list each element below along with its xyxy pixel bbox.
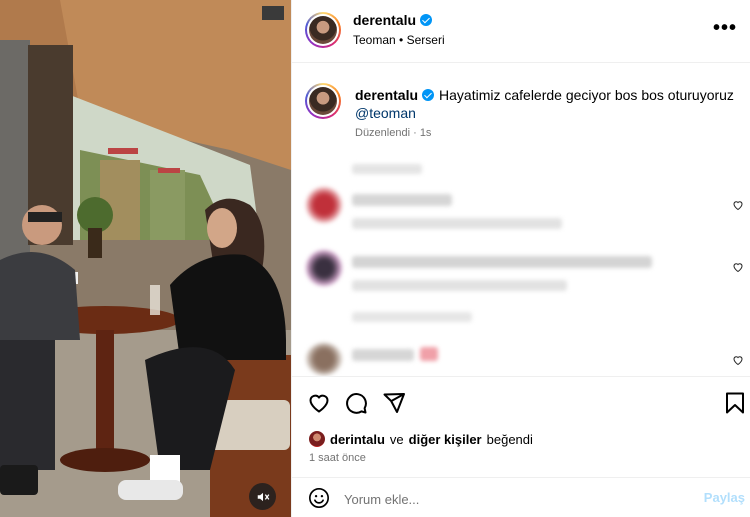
caption-avatar[interactable] xyxy=(305,83,341,119)
post-sidebar: derentalu Teoman • Serseri ••• derentalu… xyxy=(291,0,750,517)
heart-icon[interactable] xyxy=(307,391,331,415)
avatar[interactable] xyxy=(305,12,341,48)
edited-timestamp: Düzenlendi · 1s xyxy=(355,127,432,139)
post-photo[interactable] xyxy=(0,0,291,517)
caption-username[interactable]: derentalu xyxy=(355,87,418,103)
comment-icon[interactable] xyxy=(344,391,368,415)
blurred-text xyxy=(352,256,652,268)
comment-like-icon[interactable] xyxy=(732,354,744,366)
blurred-text xyxy=(352,218,562,229)
comment-avatar[interactable] xyxy=(306,343,342,375)
liker-username[interactable]: derintalu xyxy=(330,432,385,447)
comment-like-icon[interactable] xyxy=(732,199,744,211)
verified-icon xyxy=(420,14,433,26)
comment-input[interactable] xyxy=(344,489,674,509)
more-icon[interactable]: ••• xyxy=(713,18,737,38)
likes-suffix: beğendi xyxy=(486,431,533,447)
blurred-emoji xyxy=(420,347,438,361)
comment-avatar[interactable] xyxy=(306,187,342,223)
audio-separator: • xyxy=(399,33,404,47)
likes-summary: derintalu ve diğer kişiler beğendi xyxy=(309,431,533,447)
post-actions: derintalu ve diğer kişiler beğendi 1 saa… xyxy=(292,376,750,516)
audio-song[interactable]: Serseri xyxy=(407,33,445,47)
liker-avatar[interactable] xyxy=(309,431,325,447)
audio-artist[interactable]: Teoman xyxy=(353,33,396,47)
likes-connector: ve xyxy=(389,431,404,447)
caption-text: derentalu Hayatimiz cafelerde geciyor bos… xyxy=(355,86,735,122)
post-comment-button[interactable]: Paylaş xyxy=(704,490,745,505)
caption-mention[interactable]: @teoman xyxy=(355,105,416,121)
header-username[interactable]: derentalu xyxy=(353,12,416,28)
comment-avatar[interactable] xyxy=(306,250,342,286)
blurred-text xyxy=(352,280,567,291)
blurred-text xyxy=(352,349,414,361)
mute-button[interactable] xyxy=(249,483,276,510)
mute-icon xyxy=(257,492,269,501)
emoji-icon[interactable] xyxy=(308,487,330,509)
comment-like-icon[interactable] xyxy=(732,261,744,273)
blurred-text xyxy=(352,164,422,174)
share-icon[interactable] xyxy=(382,391,406,415)
blurred-text xyxy=(352,312,472,322)
bookmark-icon[interactable] xyxy=(724,391,746,415)
cafe-photo-illustration xyxy=(0,0,291,517)
post-header: derentalu Teoman • Serseri ••• xyxy=(292,0,750,63)
caption-body: Hayatimiz cafelerde geciyor bos bos otur… xyxy=(439,87,734,103)
post-time[interactable]: 1 saat önce xyxy=(309,452,366,464)
audio-info[interactable]: Teoman • Serseri xyxy=(353,33,445,47)
likes-others-link[interactable]: diğer kişiler xyxy=(409,432,482,447)
verified-icon xyxy=(422,89,435,101)
comment-bar: Paylaş xyxy=(292,477,750,517)
blurred-text xyxy=(352,194,452,206)
